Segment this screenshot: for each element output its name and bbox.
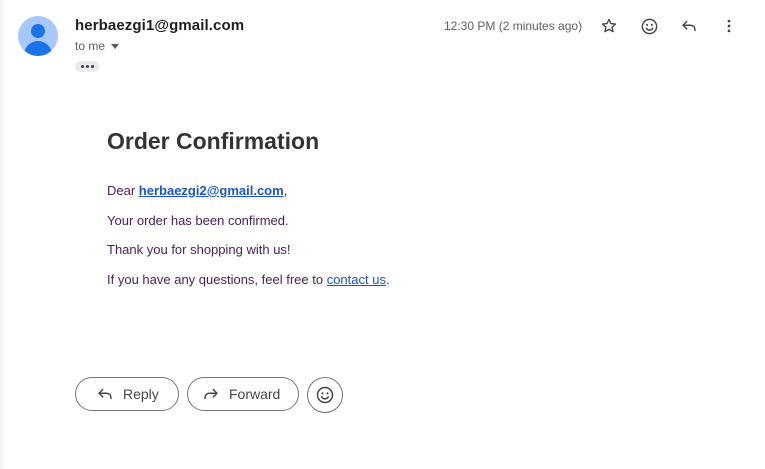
recipient-email-link[interactable]: herbaezgi2@gmail.com: [139, 183, 284, 198]
recipient-details-toggle[interactable]: to me: [75, 39, 120, 53]
greeting-line: Dear herbaezgi2@gmail.com,: [107, 183, 287, 198]
emoji-icon: [316, 386, 334, 404]
dot: [85, 65, 89, 68]
left-edge-divider: [0, 0, 3, 469]
sender-avatar[interactable]: [18, 16, 58, 56]
email-title: Order Confirmation: [107, 128, 320, 154]
message-timestamp: 12:30 PM (2 minutes ago): [444, 19, 583, 33]
greeting-prefix: Dear: [107, 183, 139, 198]
dot: [90, 65, 94, 68]
reply-icon[interactable]: [676, 13, 702, 39]
show-trimmed-content-button[interactable]: [75, 61, 99, 72]
emoji-icon[interactable]: [636, 13, 662, 39]
questions-line: If you have any questions, feel free to …: [107, 272, 390, 287]
contact-us-link[interactable]: contact us: [327, 272, 386, 287]
questions-prefix: If you have any questions, feel free to: [107, 272, 327, 287]
avatar-head: [31, 24, 45, 38]
chevron-down-icon[interactable]: [111, 44, 120, 49]
reply-button[interactable]: Reply: [75, 377, 179, 411]
star-icon[interactable]: [596, 13, 622, 39]
forward-label: Forward: [229, 386, 281, 402]
avatar-body: [24, 41, 52, 56]
forward-icon: [204, 388, 218, 400]
more-vert-icon[interactable]: [716, 13, 742, 39]
sender-email[interactable]: herbaezgi1@gmail.com: [75, 17, 244, 34]
order-confirmed-line: Your order has been confirmed.: [107, 213, 289, 228]
thank-you-line: Thank you for shopping with us!: [107, 242, 291, 257]
dot: [80, 65, 84, 68]
reply-label: Reply: [123, 386, 159, 402]
to-me-label: to me: [75, 39, 106, 53]
forward-button[interactable]: Forward: [187, 377, 299, 411]
reply-icon: [98, 388, 112, 400]
questions-suffix: .: [385, 272, 390, 287]
add-reaction-button[interactable]: [307, 377, 343, 413]
greeting-suffix: ,: [283, 183, 288, 198]
